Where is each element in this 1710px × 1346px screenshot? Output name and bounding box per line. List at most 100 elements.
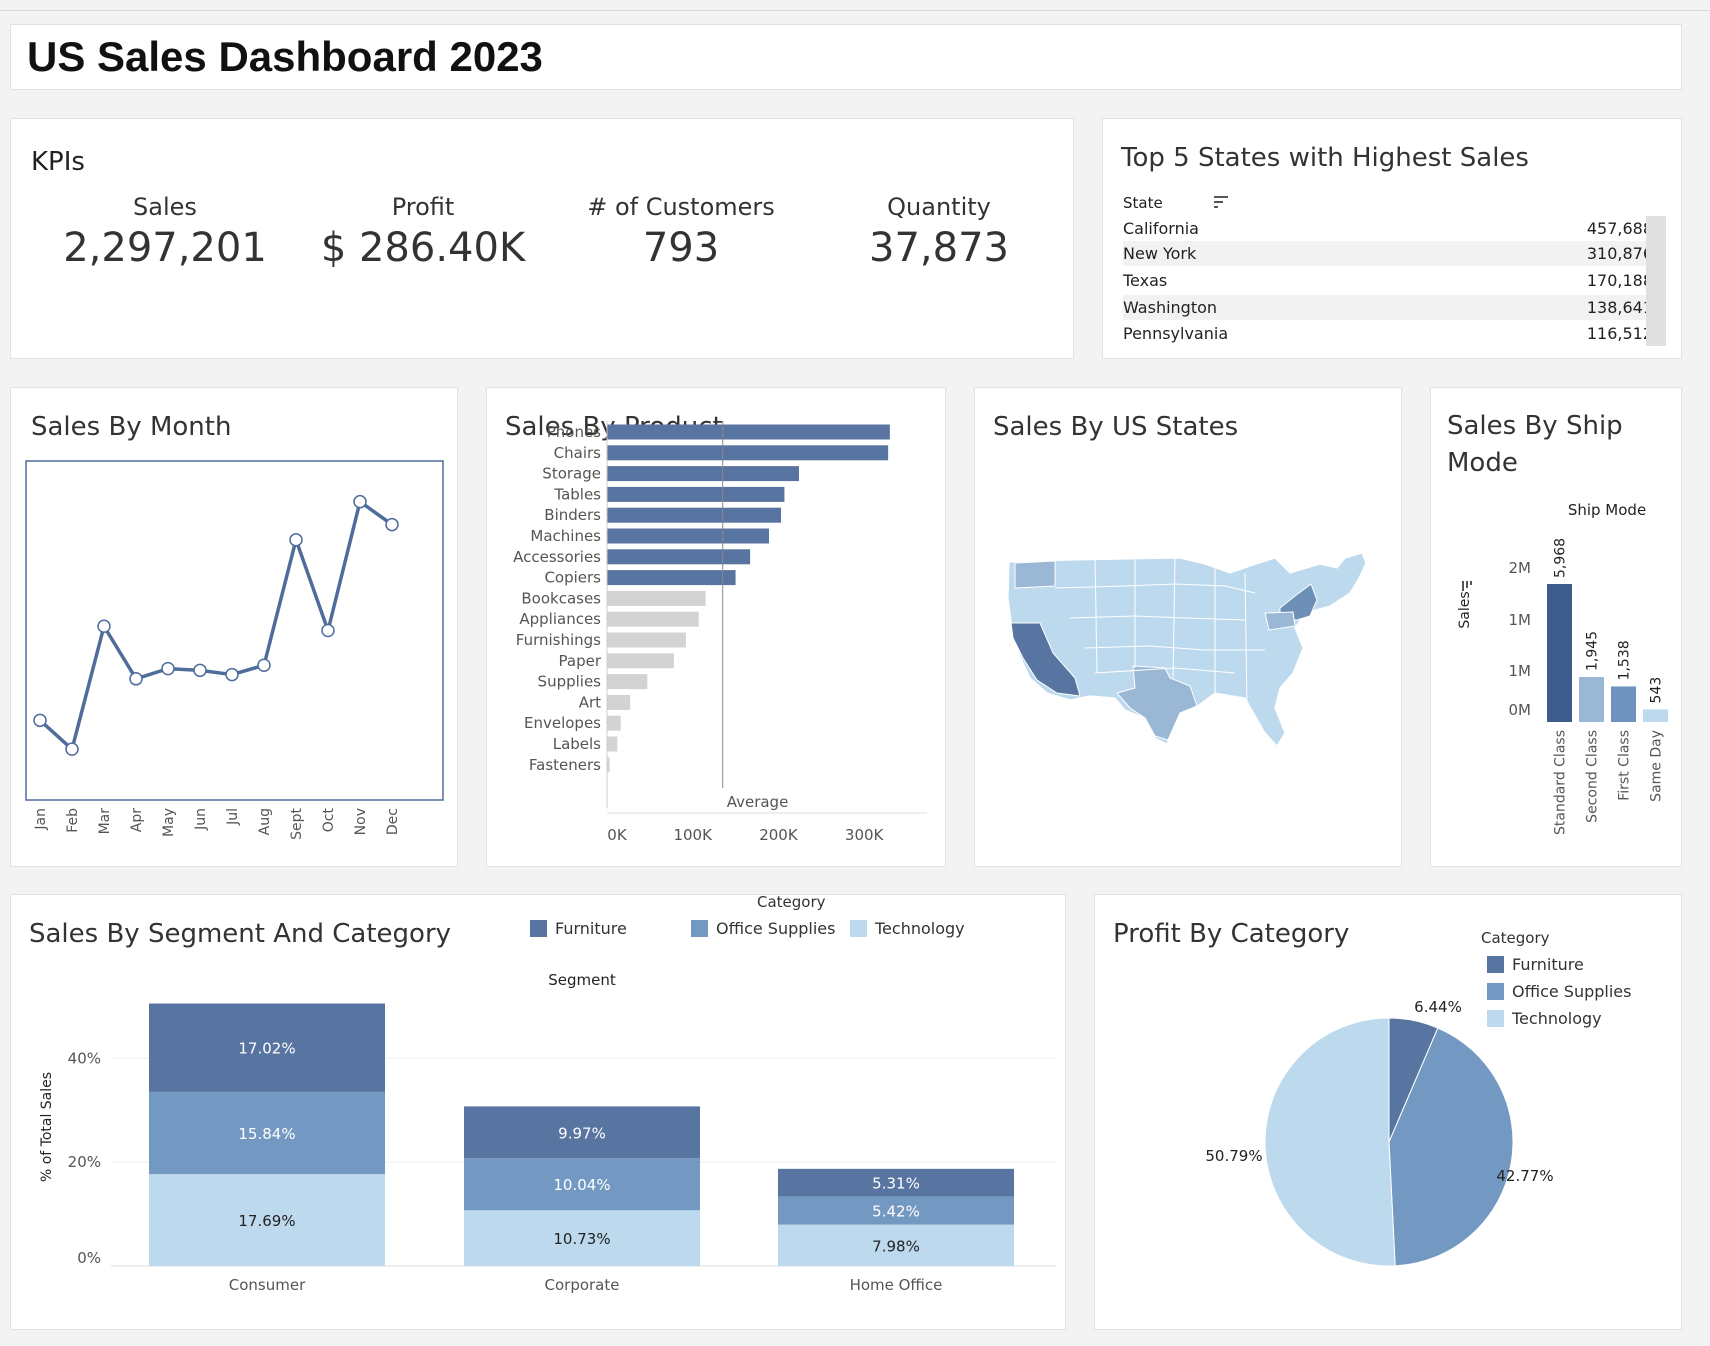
data-point: [193, 663, 207, 678]
data-point: [65, 742, 79, 756]
state-washington[interactable]: [1014, 560, 1056, 589]
sales-line: [38, 499, 394, 751]
x-tick-label: May: [161, 808, 177, 837]
table-scrollbar[interactable]: [1646, 216, 1666, 346]
y-tick-label: Appliances: [519, 610, 601, 628]
state-sales: 138,641: [1586, 298, 1653, 317]
x-tick-label: First Class: [1617, 730, 1633, 801]
table-row[interactable]: California 457,688: [1123, 216, 1653, 241]
y-tick-label: Accessories: [513, 548, 601, 566]
bar: [607, 653, 674, 669]
sales-by-shipmode-chart: Ship Mode Sales 2M 1M 1M 0M 5,968 Standard Clas…: [1457, 501, 1668, 835]
top-divider: [0, 10, 1710, 11]
bar: [1611, 686, 1636, 722]
data-point: [289, 533, 303, 547]
average-label: Average: [727, 793, 789, 811]
table-row[interactable]: New York 310,876: [1123, 241, 1653, 266]
y-tick-label: 0%: [77, 1249, 101, 1267]
bar: [607, 674, 648, 690]
data-label: 1,945: [1585, 631, 1601, 671]
us-map[interactable]: [975, 388, 1403, 868]
x-tick-label: Mar: [97, 808, 113, 835]
sort-icon: [1462, 581, 1464, 591]
kpi-label: Profit: [391, 193, 455, 221]
data-point: [161, 661, 175, 676]
state-name: California: [1123, 219, 1199, 238]
sort-icon[interactable]: [1213, 194, 1229, 214]
x-tick-label: 100K: [673, 826, 713, 844]
y-tick-label: 40%: [68, 1049, 101, 1067]
bar: [1579, 677, 1604, 722]
y-tick-label: Storage: [542, 465, 601, 483]
bar: [1547, 584, 1572, 722]
x-tick-label: Apr: [129, 808, 145, 832]
data-label: 42.77%: [1496, 1167, 1553, 1185]
kpi-panel: KPIs Sales 2,297,201 Profit $ 286.40K # …: [10, 118, 1074, 359]
x-tick-label: Corporate: [545, 1276, 620, 1294]
state-name: New York: [1123, 244, 1197, 263]
profit-pie-chart: 6.44% 42.77% 50.79%: [1205, 998, 1554, 1267]
data-label: 543: [1649, 677, 1665, 704]
kpi-label: # of Customers: [587, 193, 775, 221]
state-sales: 457,688: [1586, 219, 1653, 238]
data-label: 5,968: [1553, 538, 1569, 578]
data-label: 7.98%: [872, 1237, 920, 1255]
y-tick-label: Envelopes: [524, 714, 601, 732]
sales-by-segment-panel: Sales By Segment And Category Category F…: [10, 893, 1066, 1330]
y-axis-label: % of Total Sales: [39, 1072, 55, 1182]
bar: [607, 632, 686, 648]
y-tick-label: 2M: [1509, 559, 1532, 577]
x-tick-label: Same Day: [1649, 730, 1665, 802]
dashboard-title-bar: US Sales Dashboard 2023: [10, 24, 1682, 90]
bar: [607, 570, 736, 586]
data-label: 10.73%: [553, 1230, 610, 1248]
y-tick-label: Phones: [547, 423, 601, 441]
y-tick-label: Fasteners: [529, 756, 601, 774]
data-label: 6.44%: [1414, 998, 1462, 1016]
bar: [607, 486, 785, 502]
kpi-customers: # of Customers 793: [561, 193, 801, 271]
state-column-header[interactable]: State: [1123, 194, 1163, 212]
kpi-value: 793: [642, 225, 720, 271]
y-tick-label: Chairs: [554, 444, 602, 462]
x-tick-label: 200K: [759, 826, 799, 844]
segment-header: Segment: [548, 971, 616, 989]
data-point: [97, 619, 111, 634]
data-label: 15.84%: [238, 1125, 295, 1143]
y-tick-label: 1M: [1509, 662, 1532, 680]
x-tick-label: Consumer: [229, 1276, 306, 1294]
y-axis-label: Sales: [1457, 591, 1473, 628]
y-tick-label: Art: [579, 693, 601, 711]
dashboard-title: US Sales Dashboard 2023: [27, 33, 543, 80]
data-point: [33, 713, 47, 728]
y-tick-label: Supplies: [538, 673, 602, 691]
y-tick-label: 0M: [1509, 701, 1532, 719]
bar: [607, 694, 631, 710]
state-sales: 116,512: [1586, 324, 1653, 343]
data-label: 5.42%: [872, 1202, 920, 1220]
data-label: 17.02%: [238, 1040, 295, 1058]
state-sales: 310,876: [1586, 244, 1653, 263]
x-tick-label: Dec: [385, 808, 401, 835]
table-row[interactable]: Texas 170,188: [1123, 268, 1653, 293]
kpi-profit: Profit $ 286.40K: [303, 193, 543, 271]
state-name: Washington: [1123, 298, 1218, 317]
sales-by-product-panel: Sales By Product PhonesChairsStorageTabl…: [486, 387, 946, 867]
table-row[interactable]: Washington 138,641: [1123, 295, 1653, 320]
data-label: 50.79%: [1205, 1147, 1262, 1165]
sales-by-shipmode-panel: Sales By Ship Mode Ship Mode Sales 2M 1M 1M 0…: [1430, 387, 1682, 867]
bar: [607, 611, 699, 627]
y-tick-label: Machines: [530, 527, 601, 545]
y-tick-label: Furnishings: [516, 631, 601, 649]
bar: [607, 445, 889, 461]
data-label: 17.69%: [238, 1212, 295, 1230]
table-row[interactable]: Pennsylvania 116,512: [1123, 321, 1653, 346]
y-tick-label: Paper: [559, 652, 602, 670]
bar: [607, 507, 781, 523]
x-tick-label: Jan: [33, 808, 49, 831]
kpi-title: KPIs: [31, 147, 85, 177]
bar: [1643, 709, 1668, 722]
plot-frame: [25, 460, 444, 801]
x-tick-label: Sept: [289, 808, 305, 840]
sales-by-month-panel: Sales By Month Jan Feb Mar Apr May Jun Jul Aug S…: [10, 387, 458, 867]
